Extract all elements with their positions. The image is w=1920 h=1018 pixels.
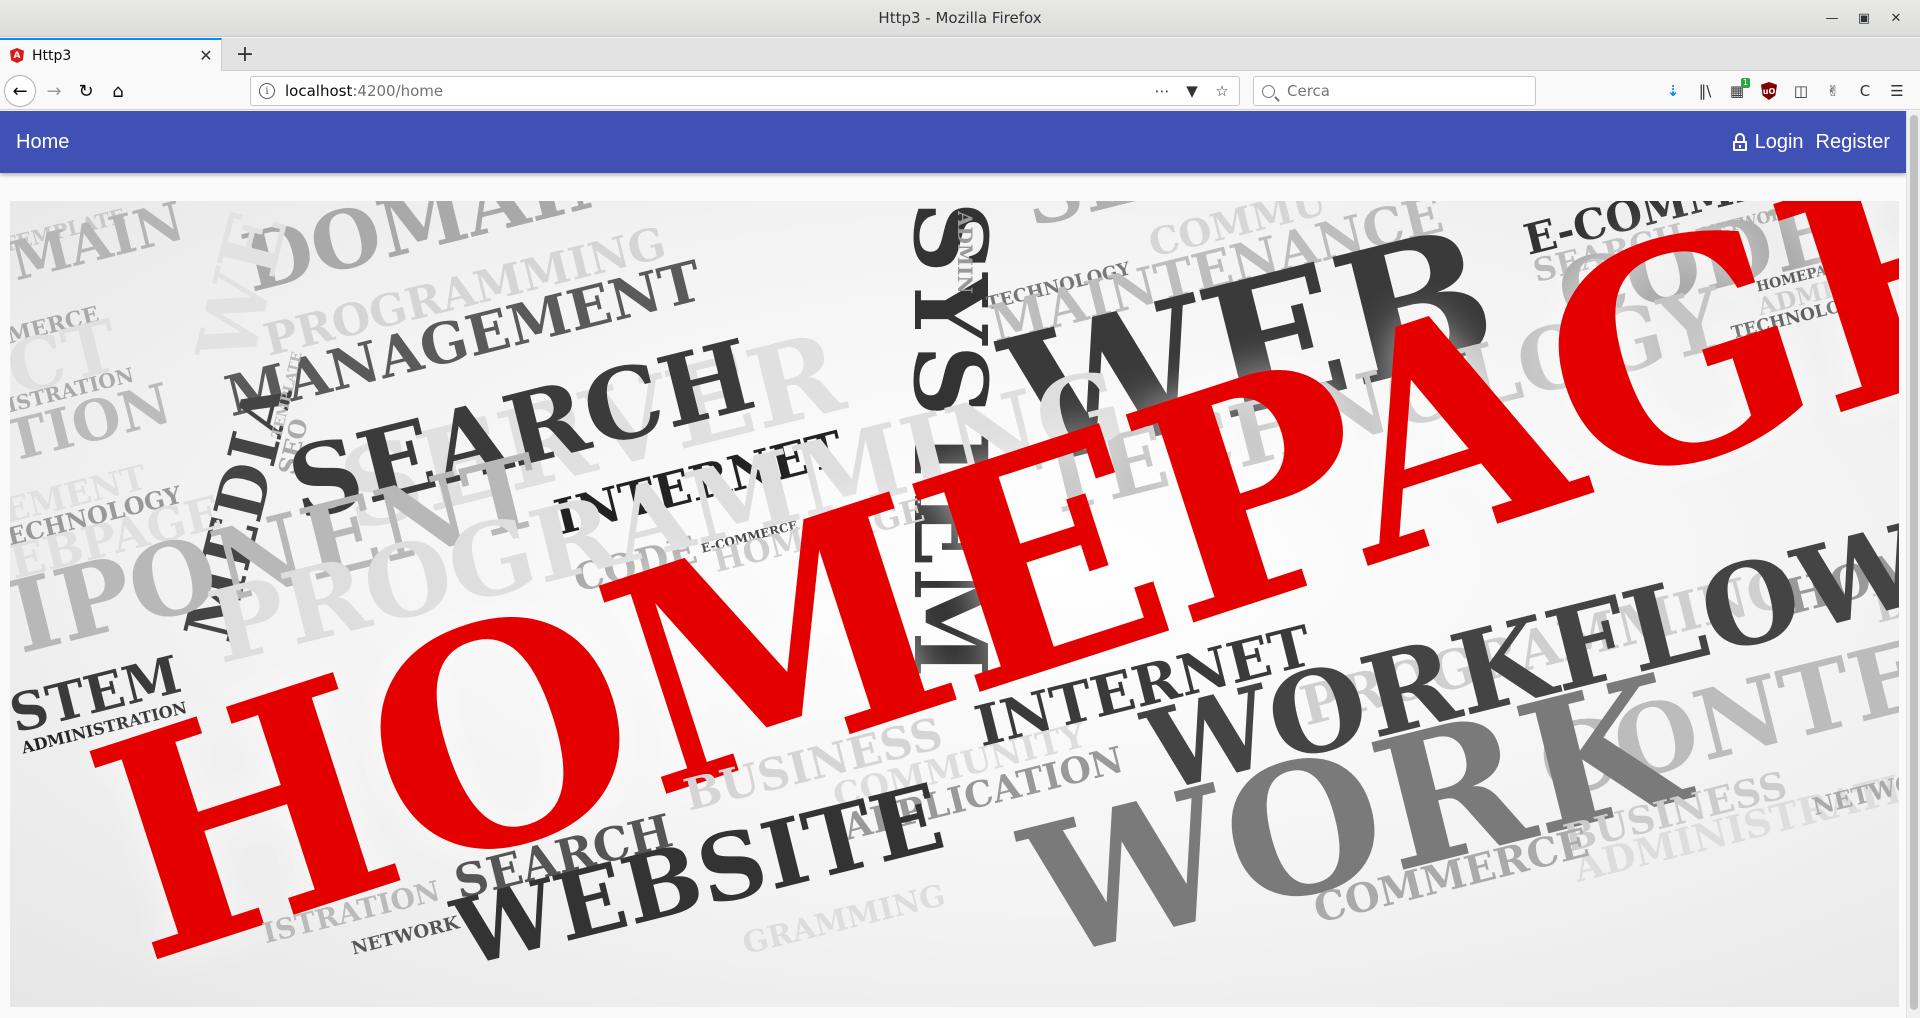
url-path: :4200/home	[352, 82, 444, 100]
navigation-toolbar: ← → ↻ ⌂ i localhost:4200/home ⋯ ▼ ☆ ⇣ ‖\…	[0, 72, 1920, 110]
url-text[interactable]: localhost:4200/home	[285, 82, 443, 100]
gesture-extension-icon[interactable]: ✌	[1820, 78, 1846, 104]
window-titlebar: Http3 - Mozilla Firefox — ▣ ✕	[0, 0, 1920, 37]
pocket-icon[interactable]: ▼	[1181, 80, 1203, 102]
search-input[interactable]	[1287, 82, 1527, 100]
tab-strip: A Http3 ✕ +	[0, 38, 1920, 71]
homepage-word-cloud-image: TEMPLATE MAIN DOMAIN PROGRAMMING MANAGEM…	[10, 201, 1899, 1007]
reload-button[interactable]: ↻	[70, 75, 102, 107]
download-icon[interactable]: ⇣	[1660, 78, 1686, 104]
cloud-word: SE	[1013, 201, 1151, 245]
url-actions: ⋯ ▼ ☆	[1151, 80, 1233, 102]
reader-view-icon[interactable]: ◫	[1788, 78, 1814, 104]
menu-icon[interactable]: ☰	[1884, 78, 1910, 104]
angular-favicon-icon: A	[10, 48, 24, 63]
maximize-icon[interactable]: ▣	[1850, 6, 1878, 30]
home-link[interactable]: Home	[16, 131, 69, 154]
register-label: Register	[1815, 130, 1890, 153]
url-host: localhost	[285, 82, 353, 100]
library-icon[interactable]: ‖\	[1692, 78, 1718, 104]
home-button[interactable]: ⌂	[102, 75, 134, 107]
app-toolbar: Home Login Register	[0, 111, 1906, 173]
window-controls: — ▣ ✕	[1818, 6, 1910, 30]
search-icon	[1262, 84, 1275, 98]
login-label: Login	[1754, 130, 1804, 153]
url-bar[interactable]: i localhost:4200/home ⋯ ▼ ☆	[250, 76, 1240, 106]
bookmark-star-icon[interactable]: ☆	[1211, 80, 1233, 102]
scrollbar-thumb[interactable]	[1910, 115, 1918, 1010]
login-link[interactable]: Login	[1732, 130, 1804, 154]
page-actions-icon[interactable]: ⋯	[1151, 80, 1173, 102]
close-window-icon[interactable]: ✕	[1882, 6, 1910, 30]
cloud-word: ADMIN	[953, 211, 977, 294]
extension-badge: 1	[1740, 78, 1750, 88]
lock-icon	[1732, 133, 1747, 151]
cookie-extension-icon[interactable]: C	[1852, 78, 1878, 104]
minimize-icon[interactable]: —	[1818, 6, 1846, 30]
extension-icon[interactable]: ▦ 1	[1724, 78, 1750, 104]
new-tab-button[interactable]: +	[230, 38, 260, 71]
window-title: Http3 - Mozilla Firefox	[878, 9, 1042, 27]
forward-button[interactable]: →	[38, 75, 70, 107]
tab-http3[interactable]: A Http3 ✕	[0, 38, 222, 71]
tab-title: Http3	[32, 47, 72, 64]
page-viewport: Home Login Register TEMPLATE MAIN DOMAIN…	[0, 111, 1920, 1018]
search-bar[interactable]	[1253, 76, 1536, 106]
ublock-icon[interactable]: uO	[1756, 78, 1782, 104]
back-button[interactable]: ←	[4, 75, 36, 107]
site-info-icon[interactable]: i	[259, 83, 275, 99]
register-link[interactable]: Register	[1816, 131, 1890, 154]
close-tab-icon[interactable]: ✕	[195, 45, 217, 67]
cloud-word: MAIN	[10, 201, 191, 294]
word-cloud: TEMPLATE MAIN DOMAIN PROGRAMMING MANAGEM…	[10, 201, 1899, 1007]
page-scrollbar[interactable]	[1906, 111, 1920, 1018]
toolbar-icons: ⇣ ‖\ ▦ 1 uO ◫ ✌ C ☰	[1660, 76, 1910, 106]
